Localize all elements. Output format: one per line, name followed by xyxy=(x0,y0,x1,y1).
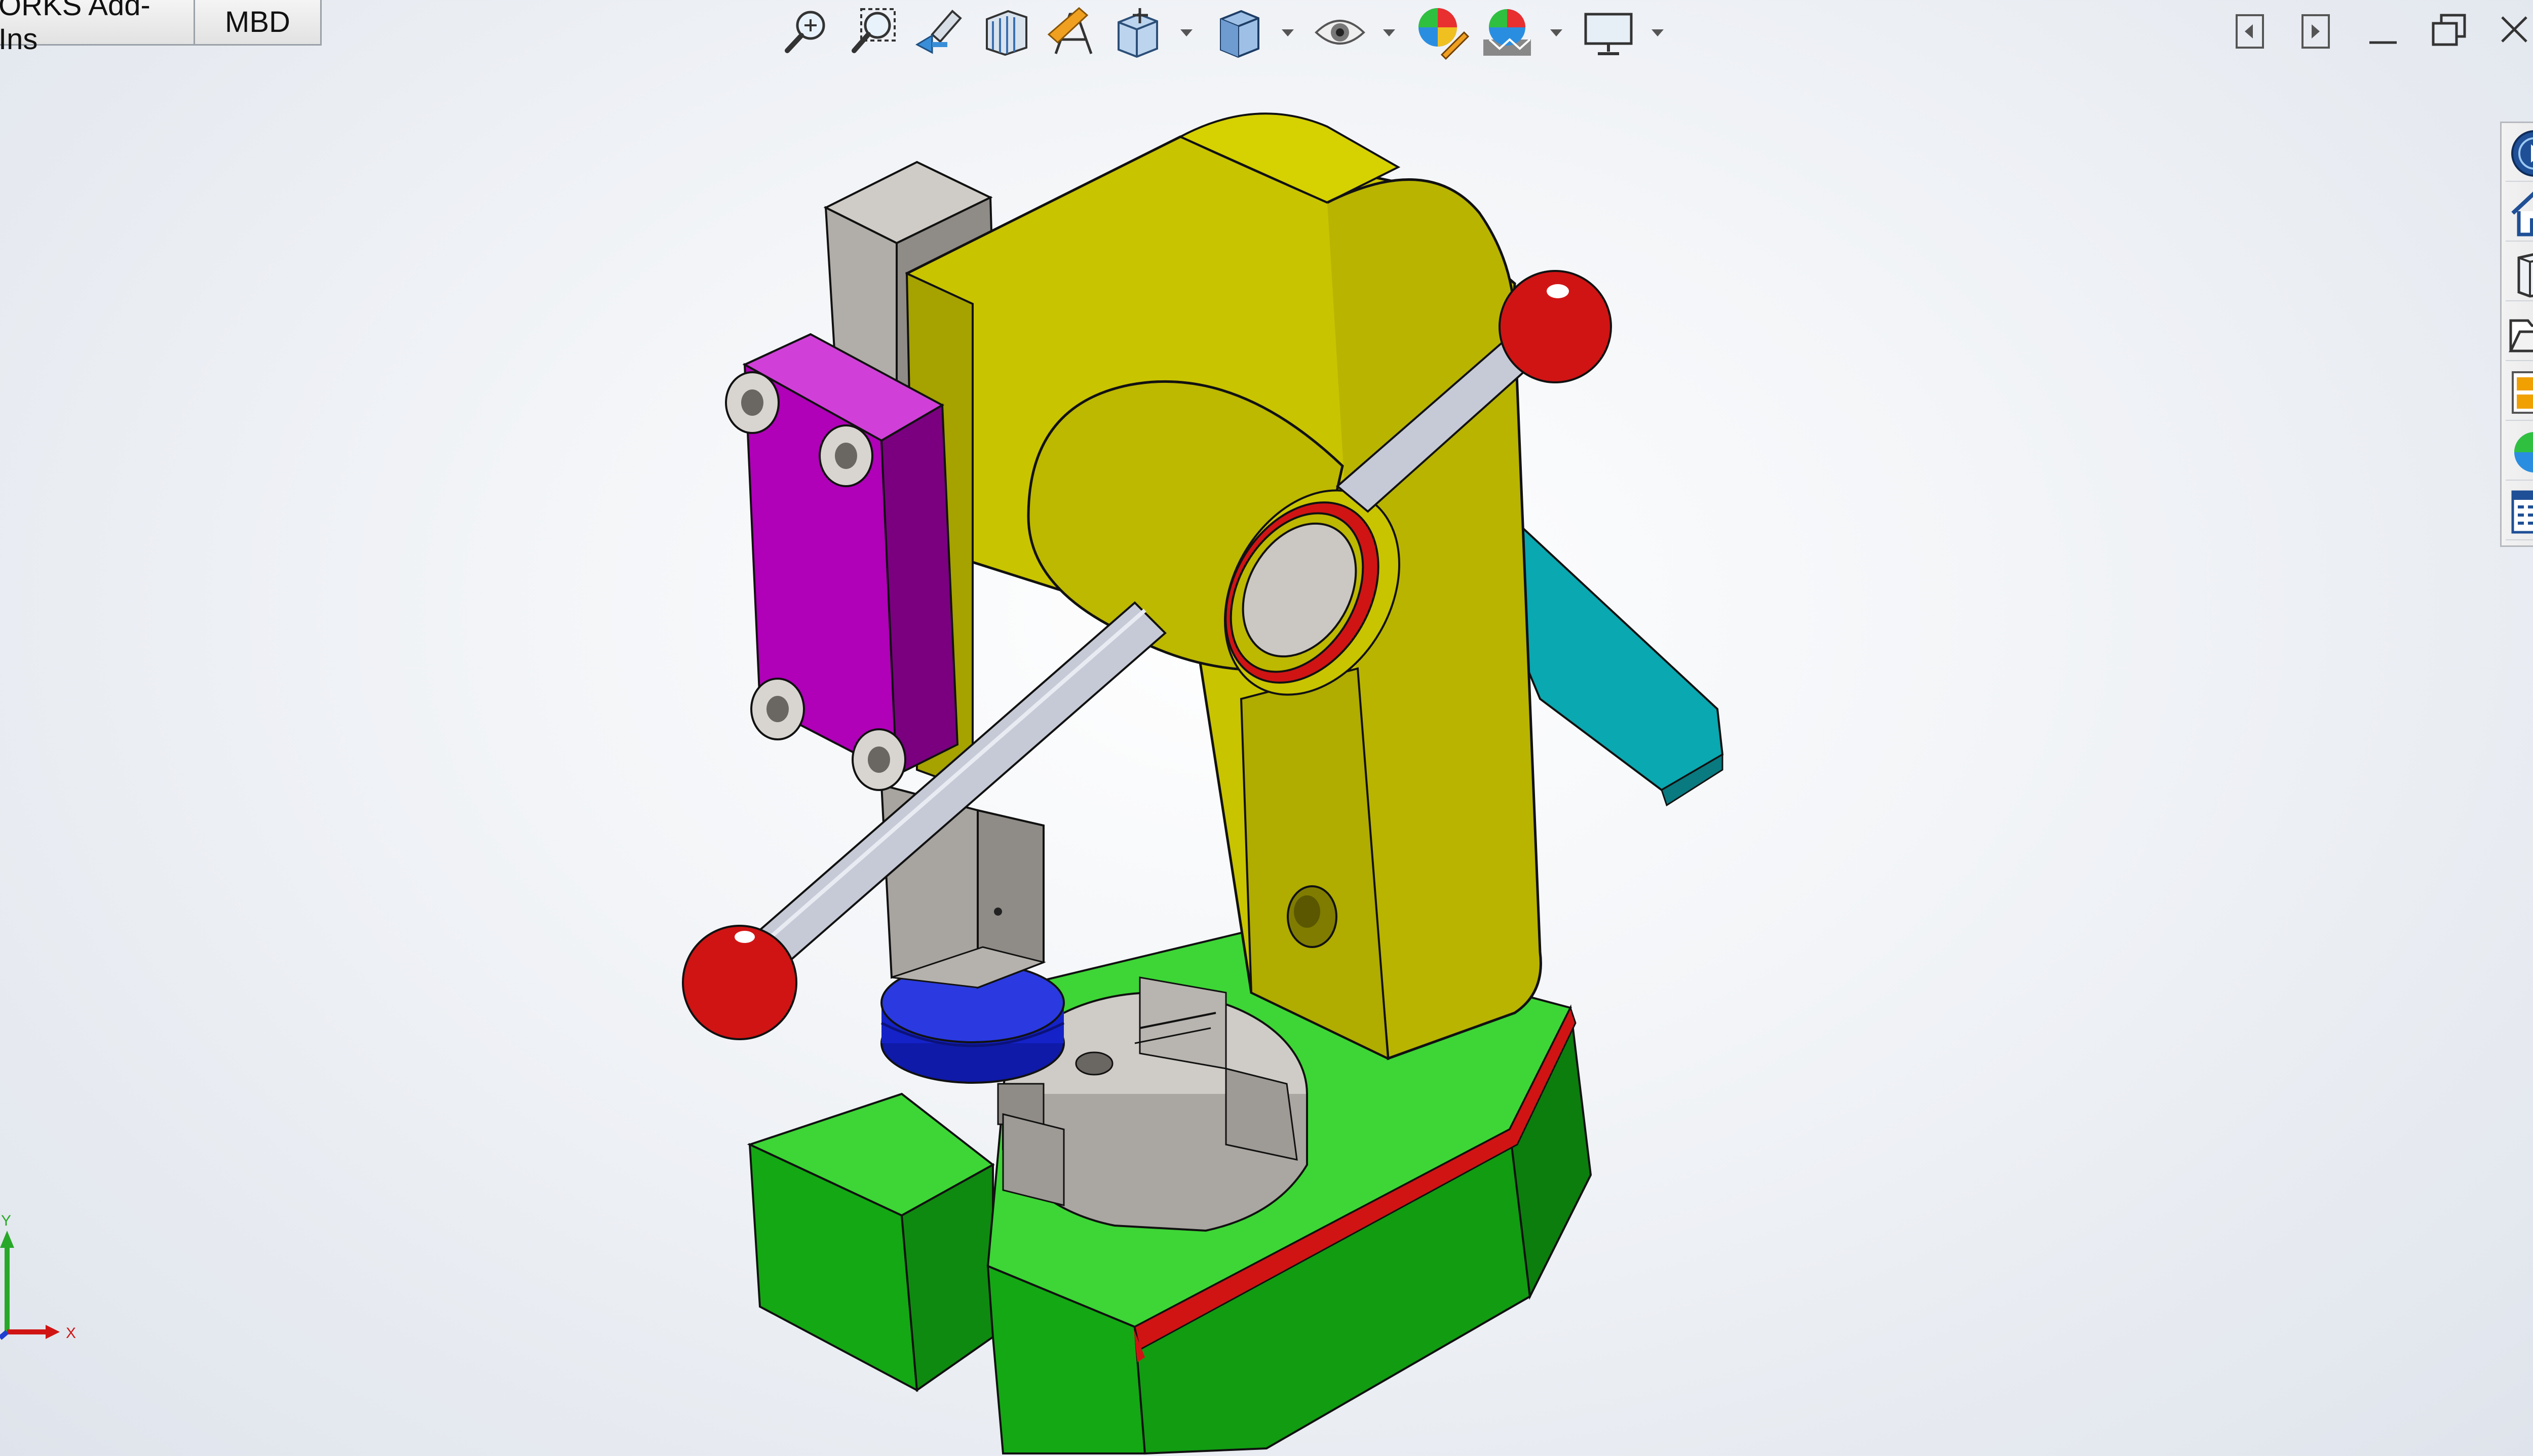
red-knob-right xyxy=(1499,270,1612,383)
cap-screw xyxy=(750,678,805,740)
triad-x-label: X xyxy=(66,1325,76,1342)
cap-screw xyxy=(725,371,780,434)
reference-triad: Y X xyxy=(0,1212,76,1342)
red-knob-left xyxy=(682,925,797,1040)
base-block-left xyxy=(747,1092,995,1392)
triad-y-label: Y xyxy=(1,1212,11,1229)
cap-screw xyxy=(852,728,906,791)
cap-screw xyxy=(819,424,873,487)
graphics-area-model[interactable] xyxy=(0,0,2533,1456)
